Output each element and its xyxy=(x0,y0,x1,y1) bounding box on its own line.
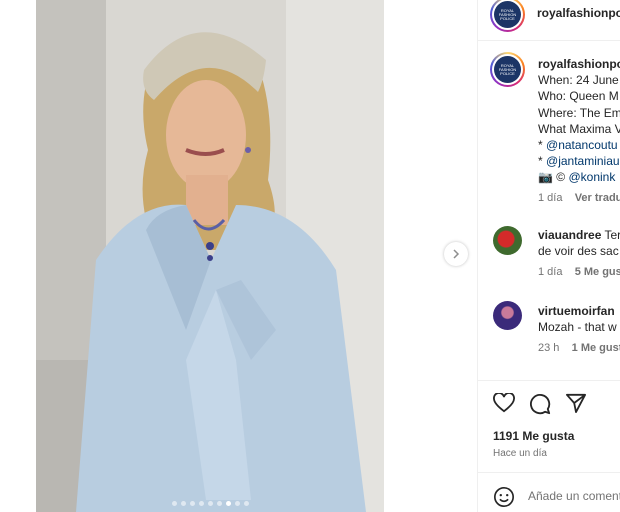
mention-link[interactable]: @konink xyxy=(568,170,615,184)
carousel-dot[interactable] xyxy=(189,501,195,506)
caption-mention-row: * @jantaminiau xyxy=(538,154,620,168)
comment-icon xyxy=(530,394,551,415)
caption-meta: 1 día Ver tradu xyxy=(538,192,620,204)
heart-icon xyxy=(493,392,515,413)
comment-text: de voir des sac xyxy=(538,244,619,258)
comment-meta: 1 día 5 Me gust xyxy=(538,266,620,278)
comment-button[interactable] xyxy=(529,393,551,420)
comment-age: 1 día xyxy=(538,266,563,278)
copyright-mark: © xyxy=(556,170,566,184)
comment-like-count[interactable]: 5 Me gust xyxy=(575,266,620,278)
caption-line: When: 24 June xyxy=(538,73,619,87)
commenter-avatar[interactable] xyxy=(493,301,522,330)
mention-bullet: * xyxy=(538,138,543,152)
comment-row: virtuemoirfan xyxy=(538,304,615,318)
mention-bullet: * xyxy=(538,154,543,168)
caption-line: What Maxima V xyxy=(538,122,620,136)
see-translation-button[interactable]: Ver tradu xyxy=(575,192,620,204)
carousel-dot[interactable] xyxy=(216,501,222,506)
comment-input[interactable] xyxy=(528,489,620,503)
post-header: ROYAL FASHION POLICE royalfashionpolice xyxy=(478,0,620,41)
caption-credit-row: 📷 © @konink xyxy=(538,170,615,184)
carousel-dot[interactable] xyxy=(171,501,177,506)
caption-line: Where: The Em xyxy=(538,106,620,120)
caption-line: Who: Queen M xyxy=(538,89,619,103)
carousel-dot[interactable] xyxy=(243,501,249,506)
caption-mention-row: * @natancoutu xyxy=(538,138,618,152)
emoji-icon xyxy=(494,487,514,507)
carousel-dot[interactable] xyxy=(225,501,231,506)
share-button[interactable] xyxy=(565,393,587,418)
carousel-dot[interactable] xyxy=(198,501,204,506)
header-username[interactable]: royalfashionpolice xyxy=(537,6,620,20)
carousel-dot[interactable] xyxy=(234,501,240,506)
carousel-dot[interactable] xyxy=(207,501,213,506)
camera-icon: 📷 xyxy=(538,170,553,184)
post-time[interactable]: Hace un día xyxy=(493,448,547,459)
avatar-logo-text: ROYAL FASHION POLICE xyxy=(494,56,521,83)
comment-username[interactable]: viauandree xyxy=(538,228,601,242)
carousel-dot[interactable] xyxy=(180,501,186,506)
caption-age: 1 día xyxy=(538,192,563,204)
comment-text: Ter xyxy=(604,228,620,242)
caption-username[interactable]: royalfashionpolice xyxy=(538,57,620,71)
mention-link[interactable]: @natancoutu xyxy=(546,138,618,152)
comment-text: Mozah - that w xyxy=(538,320,617,334)
commenter-avatar[interactable] xyxy=(493,226,522,255)
comment-row: viauandree Ter xyxy=(538,228,620,242)
chevron-right-icon xyxy=(453,249,460,259)
carousel-dots xyxy=(36,501,384,506)
post-photo[interactable] xyxy=(36,0,384,512)
post-side-panel: ROYAL FASHION POLICE royalfashionpolice … xyxy=(477,0,620,512)
comment-like-count[interactable]: 1 Me gusta xyxy=(572,342,620,354)
photo-illustration xyxy=(36,0,384,512)
like-count[interactable]: 1191 Me gusta xyxy=(493,429,574,443)
next-photo-button[interactable] xyxy=(444,242,468,266)
avatar-logo-text: ROYAL FASHION POLICE xyxy=(494,1,521,28)
mention-link[interactable]: @jantaminiau xyxy=(546,154,620,168)
share-icon xyxy=(566,393,586,413)
comment-meta: 23 h 1 Me gusta xyxy=(538,342,620,354)
add-comment-bar xyxy=(478,472,620,512)
account-avatar[interactable]: ROYAL FASHION POLICE xyxy=(490,0,525,32)
caption-avatar[interactable]: ROYAL FASHION POLICE xyxy=(490,52,525,87)
comment-username[interactable]: virtuemoirfan xyxy=(538,304,615,318)
like-button[interactable] xyxy=(493,392,515,418)
comment-age: 23 h xyxy=(538,342,560,354)
emoji-button[interactable] xyxy=(493,486,515,512)
